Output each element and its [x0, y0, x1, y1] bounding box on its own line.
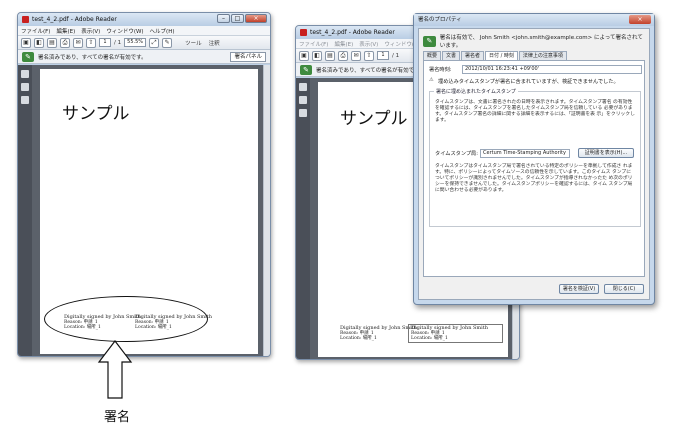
menu-edit[interactable]: 編集(E)	[56, 27, 75, 35]
signatures-icon[interactable]	[21, 96, 29, 104]
left-signature-bar: ✎ 署名済みであり、すべての署名が有効です。 署名パネル	[18, 50, 270, 64]
group-title: 署名に埋め込まれたタイムスタンプ	[434, 88, 518, 95]
right-window-title: test_4_2.pdf - Adobe Reader	[310, 29, 395, 36]
dialog-close-text-button[interactable]: 閉じる(C)	[604, 284, 644, 294]
email-icon[interactable]: ✉	[351, 50, 361, 61]
menu-help[interactable]: ヘルプ(H)	[150, 27, 175, 35]
signature-status-text: 署名済みであり、すべての署名が有効です。	[38, 54, 147, 61]
dialog-close-button[interactable]: ×	[629, 15, 651, 24]
dialog-status-text: 署名は有効で、 John Smith <john.smith@example.c…	[439, 35, 643, 49]
validate-signature-button[interactable]: 署名を検証(V)	[559, 284, 599, 294]
signature-valid-icon: ✎	[423, 35, 436, 47]
menu-edit[interactable]: 編集(E)	[334, 40, 353, 48]
dialog-body: ✎ 署名は有効で、 John Smith <john.smith@example…	[418, 28, 650, 300]
tab-document[interactable]: 文書	[442, 51, 461, 60]
show-certificate-button[interactable]: 証明書を表示(H)...	[578, 148, 634, 158]
page-number-input[interactable]: 1	[99, 38, 111, 47]
sign-time-field: 2012/10/01 16:23:41 +09'00'	[462, 65, 642, 74]
menu-view[interactable]: 表示(V)	[359, 40, 378, 48]
sign-time-label: 署名時刻:	[429, 67, 452, 73]
left-window-title: test_4_2.pdf - Adobe Reader	[32, 16, 117, 23]
timestamp-policy-description: タイムスタンプはタイムスタンプ局で署名されている特定のポリシーを準拠して作成さ …	[435, 164, 633, 193]
tools-pane-link[interactable]: ツール	[185, 39, 202, 47]
page-number-input[interactable]: 1	[377, 51, 389, 60]
adobe-reader-icon	[300, 29, 307, 36]
tab-summary[interactable]: 概要	[423, 51, 442, 60]
warning-icon: ⚠	[429, 77, 434, 83]
open-icon[interactable]: ▣	[21, 37, 31, 48]
signature-status-text: 署名済みであり、すべての署名が有効です。	[316, 67, 425, 74]
up-arrow-icon	[97, 340, 133, 399]
menu-window[interactable]: ウィンドウ(W)	[106, 27, 143, 35]
menu-file[interactable]: ファイル(F)	[21, 27, 50, 35]
save-icon[interactable]: ▤	[325, 50, 335, 61]
zoom-select[interactable]: 55.5%	[124, 38, 147, 47]
page-thumbnails-icon[interactable]	[299, 83, 307, 91]
sig-right-line-3: Location: 場所_1	[411, 336, 448, 341]
print-icon[interactable]: ⎙	[60, 37, 70, 48]
page-up-icon[interactable]: ⇧	[364, 50, 374, 61]
save-icon[interactable]: ▤	[47, 37, 57, 48]
dialog-title-bar: 署名のプロパティ ×	[414, 14, 654, 26]
left-menu-bar: ファイル(F) 編集(E) 表示(V) ウィンドウ(W) ヘルプ(H)	[18, 26, 270, 36]
dialog-title: 署名のプロパティ	[418, 17, 462, 23]
dialog-tabs: 概要 文書 署名者 日付 / 時刻 法律上の注意事項	[423, 51, 645, 60]
comment-icon[interactable]: ✎	[162, 37, 173, 48]
signature-valid-icon: ✎	[22, 51, 34, 62]
signature-field-left[interactable]: Digitally signed by John Smith Reason: 申…	[340, 326, 417, 342]
menu-file[interactable]: ファイル(F)	[299, 40, 328, 48]
signatures-icon[interactable]	[299, 109, 307, 117]
tsa-label: タイムスタンプ局:	[435, 151, 478, 157]
attachments-icon[interactable]	[21, 83, 29, 91]
signature-field-right[interactable]: Digitally signed by John Smith Reason: 申…	[408, 324, 503, 343]
page-total: / 1	[392, 52, 400, 59]
maximize-button[interactable]: □	[231, 14, 244, 23]
signature-panel-button[interactable]: 署名パネル	[230, 52, 266, 62]
menu-view[interactable]: 表示(V)	[81, 27, 100, 35]
close-button[interactable]: ×	[245, 14, 267, 23]
embedded-timestamp-group: 署名に埋め込まれたタイムスタンプ タイムスタンプは、文書に署名されたの日時を表示…	[429, 88, 641, 227]
tab-date-time[interactable]: 日付 / 時刻	[485, 51, 518, 60]
print-icon[interactable]: ⎙	[338, 50, 348, 61]
page-heading: サンプル	[62, 104, 130, 124]
open-icon[interactable]: ▣	[299, 50, 309, 61]
create-pdf-icon[interactable]: ◧	[34, 37, 44, 48]
date-time-tab-panel: 署名時刻: 2012/10/01 16:23:41 +09'00' ⚠ 埋め込み…	[423, 60, 645, 277]
left-vertical-scrollbar[interactable]	[263, 65, 270, 356]
embedded-timestamp-note: 埋め込みタイムスタンプが署名に含まれていますが、検証できませんでした。	[438, 79, 619, 85]
minimize-button[interactable]: –	[217, 14, 230, 23]
tab-signer[interactable]: 署名者	[461, 51, 485, 60]
adobe-reader-icon	[22, 16, 29, 23]
dialog-status-row: ✎ 署名は有効で、 John Smith <john.smith@example…	[423, 33, 645, 49]
left-title-bar: test_4_2.pdf - Adobe Reader – □ ×	[18, 13, 270, 26]
left-toolbar: ▣ ◧ ▤ ⎙ ✉ ⇧ 1 / 1 55.5% ⤢ ✎ ツール 注釈	[18, 36, 270, 50]
signature-caption: 署名	[104, 410, 131, 425]
create-pdf-icon[interactable]: ◧	[312, 50, 322, 61]
tab-legal-notice[interactable]: 法律上の注意事項	[518, 51, 567, 60]
page-heading: サンプル	[340, 109, 408, 129]
signature-valid-icon: ✎	[300, 64, 312, 75]
email-icon[interactable]: ✉	[73, 37, 83, 48]
sig-left-line-3: Location: 場所_1	[340, 336, 377, 341]
signature-properties-dialog: 署名のプロパティ × ✎ 署名は有効で、 John Smith <john.sm…	[413, 13, 655, 305]
fit-page-icon[interactable]: ⤢	[149, 37, 160, 48]
timestamp-description: タイムスタンプは、文書に署名されたの日時を表示されます。タイムスタンプ署名 の有…	[435, 100, 635, 123]
page-up-icon[interactable]: ⇧	[86, 37, 96, 48]
page-thumbnails-icon[interactable]	[21, 70, 29, 78]
tsa-field: Certum Time-Stamping Authority	[480, 149, 570, 158]
right-navigation-rail	[296, 78, 310, 359]
comment-pane-link[interactable]: 注釈	[209, 39, 220, 47]
attachments-icon[interactable]	[299, 96, 307, 104]
signature-highlight-ellipse	[44, 296, 208, 342]
page-total: / 1	[114, 39, 122, 46]
left-navigation-rail	[18, 65, 32, 356]
